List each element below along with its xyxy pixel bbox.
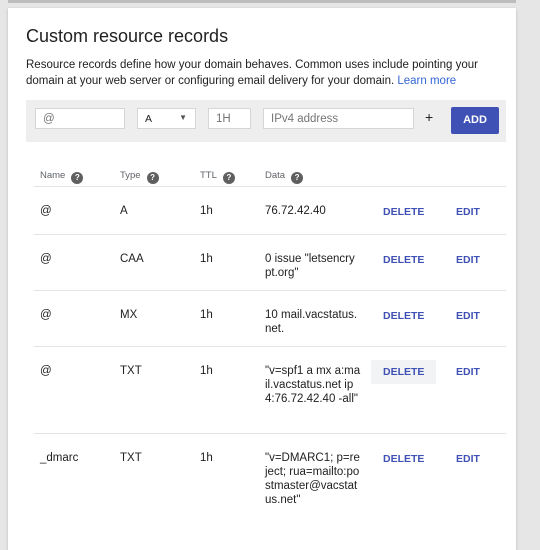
chevron-down-icon: ▼ xyxy=(179,113,187,122)
page-title: Custom resource records xyxy=(26,26,229,46)
delete-button[interactable]: DELETE xyxy=(371,360,437,384)
record-ttl: 1h xyxy=(200,205,213,217)
header-name: Name? xyxy=(40,170,84,184)
name-help-icon[interactable]: ? xyxy=(71,172,84,184)
record-data: 76.72.42.40 xyxy=(265,205,326,217)
edit-button[interactable]: EDIT xyxy=(456,206,480,218)
record-name: @ xyxy=(40,205,52,217)
record-type: CAA xyxy=(120,253,144,265)
top-scroll-edge xyxy=(8,0,516,3)
delete-button[interactable]: DELETE xyxy=(383,310,424,322)
record-name: @ xyxy=(40,309,52,321)
header-ttl: TTL? xyxy=(200,170,235,184)
custom-records-card: Custom resource records Resource records… xyxy=(8,8,516,550)
record-data: 0 issue "letsencrypt.org" xyxy=(265,253,355,279)
delete-button[interactable]: DELETE xyxy=(383,206,424,218)
row-divider xyxy=(34,433,506,434)
header-ttl-label: TTL xyxy=(200,170,217,181)
row-divider xyxy=(34,346,506,347)
name-input[interactable] xyxy=(35,108,125,129)
edit-button[interactable]: EDIT xyxy=(456,453,480,465)
record-ttl: 1h xyxy=(200,452,213,464)
row-divider xyxy=(34,234,506,235)
header-name-label: Name xyxy=(40,170,66,181)
record-type: TXT xyxy=(120,365,142,377)
add-record-form: A ▼ + ADD xyxy=(26,100,506,142)
header-divider xyxy=(34,186,506,187)
type-help-icon[interactable]: ? xyxy=(146,172,159,184)
record-type: TXT xyxy=(120,452,142,464)
description: Resource records define how your domain … xyxy=(26,58,496,89)
edit-button[interactable]: EDIT xyxy=(456,366,480,378)
record-data: 10 mail.vacstatus.net. xyxy=(265,309,358,335)
record-name: _dmarc xyxy=(40,452,79,464)
record-data: "v=spf1 a mx a:mail.vacstatus.net ip4:76… xyxy=(265,365,361,405)
record-ttl: 1h xyxy=(200,365,213,377)
learn-more-link[interactable]: Learn more xyxy=(397,75,456,87)
record-ttl: 1h xyxy=(200,309,213,321)
data-input[interactable] xyxy=(263,108,414,129)
header-data-label: Data xyxy=(265,170,286,181)
ttl-help-icon[interactable]: ? xyxy=(222,172,235,184)
header-type-label: Type xyxy=(120,170,141,181)
add-more-plus-icon[interactable]: + xyxy=(425,109,433,125)
record-type: MX xyxy=(120,309,138,321)
data-help-icon[interactable]: ? xyxy=(291,172,304,184)
delete-button[interactable]: DELETE xyxy=(383,254,424,266)
type-select[interactable]: A ▼ xyxy=(137,108,196,129)
header-type: Type? xyxy=(120,170,159,184)
add-button[interactable]: ADD xyxy=(451,107,499,134)
record-data: "v=DMARC1; p=reject; rua=mailto:postmast… xyxy=(265,452,360,506)
record-name: @ xyxy=(40,253,52,265)
row-divider xyxy=(34,290,506,291)
ttl-input[interactable] xyxy=(208,108,251,129)
delete-button[interactable]: DELETE xyxy=(383,453,424,465)
header-data: Data? xyxy=(265,170,304,184)
edit-button[interactable]: EDIT xyxy=(456,254,480,266)
record-type: A xyxy=(120,205,128,217)
edit-button[interactable]: EDIT xyxy=(456,310,480,322)
record-name: @ xyxy=(40,365,52,377)
type-select-value: A xyxy=(145,113,153,125)
record-ttl: 1h xyxy=(200,253,213,265)
